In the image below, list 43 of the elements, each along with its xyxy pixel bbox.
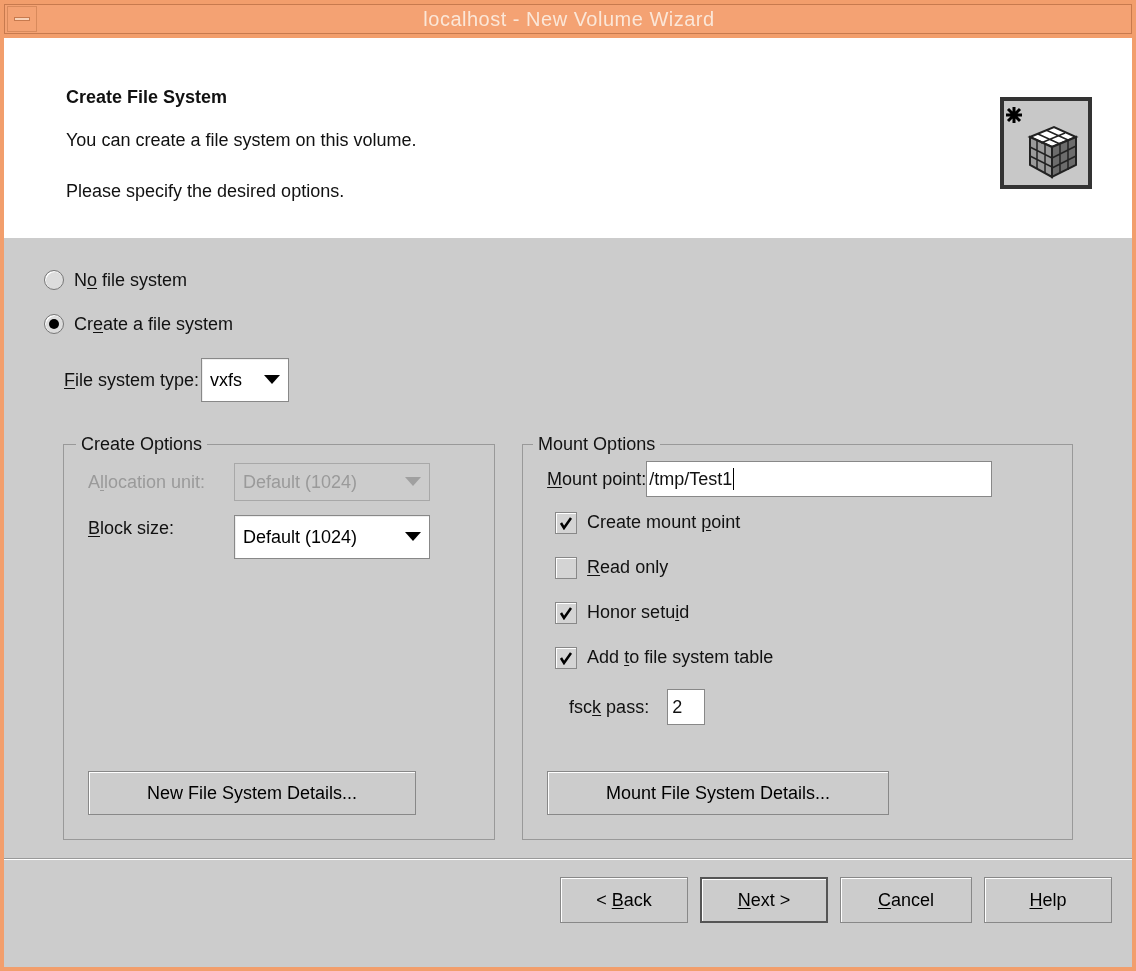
checkbox-option[interactable]: Create mount point (555, 511, 1072, 534)
window-title: localhost - New Volume Wizard (422, 7, 716, 32)
header-title: Create File System (66, 86, 229, 109)
wizard-button[interactable]: < Back (560, 877, 688, 923)
radio-option[interactable]: No file system (44, 266, 1132, 294)
checkbox[interactable] (555, 601, 578, 624)
field-label: Mount point: (547, 467, 647, 491)
checkbox-label: Read only (587, 556, 669, 579)
mount-point-field[interactable]: /tmp/Test1 (646, 461, 993, 497)
header-description: You can create a file system on this volume. (66, 129, 417, 152)
checkbox[interactable] (555, 556, 578, 579)
field-label: File system type: (64, 368, 200, 392)
radio-label: No file system (74, 268, 188, 292)
block-size-dropdown[interactable]: Default (1024) (234, 515, 430, 559)
wizard-button[interactable]: Help (984, 877, 1112, 923)
checkbox-option[interactable]: Add to file system table (555, 646, 1072, 669)
cube-icon (1000, 97, 1092, 189)
check-icon (559, 605, 574, 620)
field-label: fsck pass: (569, 695, 650, 719)
checkbox[interactable] (555, 646, 578, 669)
dropdown-arrow-icon (264, 375, 281, 385)
checkbox-label: Honor setuid (587, 601, 690, 624)
radio-option[interactable]: Create a file system (44, 310, 1132, 338)
fsck-pass-field[interactable]: 2 (667, 689, 706, 725)
field-label: Block size: (88, 517, 176, 540)
radio-button[interactable] (44, 270, 64, 290)
file-system-type-dropdown[interactable]: vxfs (201, 358, 290, 402)
checkbox-option[interactable]: Read only (555, 556, 1072, 579)
new-file-system-details-button[interactable]: New File System Details... (88, 771, 416, 815)
wizard-button[interactable]: Cancel (840, 877, 972, 923)
radio-button[interactable] (44, 314, 64, 334)
check-icon (559, 650, 574, 665)
mount-file-system-details-button[interactable]: Mount File System Details... (547, 771, 890, 815)
checkbox-label: Create mount point (587, 511, 741, 534)
wizard-button[interactable]: Next > (700, 877, 828, 923)
checkbox-option[interactable]: Honor setuid (555, 601, 1072, 624)
radio-label: Create a file system (74, 312, 234, 336)
dropdown-arrow-icon (405, 477, 421, 487)
checkbox[interactable] (555, 511, 578, 534)
check-icon (559, 515, 574, 530)
dropdown-arrow-icon (405, 532, 421, 542)
header-description: Please specify the desired options. (66, 180, 346, 203)
checkbox-label: Add to file system table (587, 646, 774, 669)
